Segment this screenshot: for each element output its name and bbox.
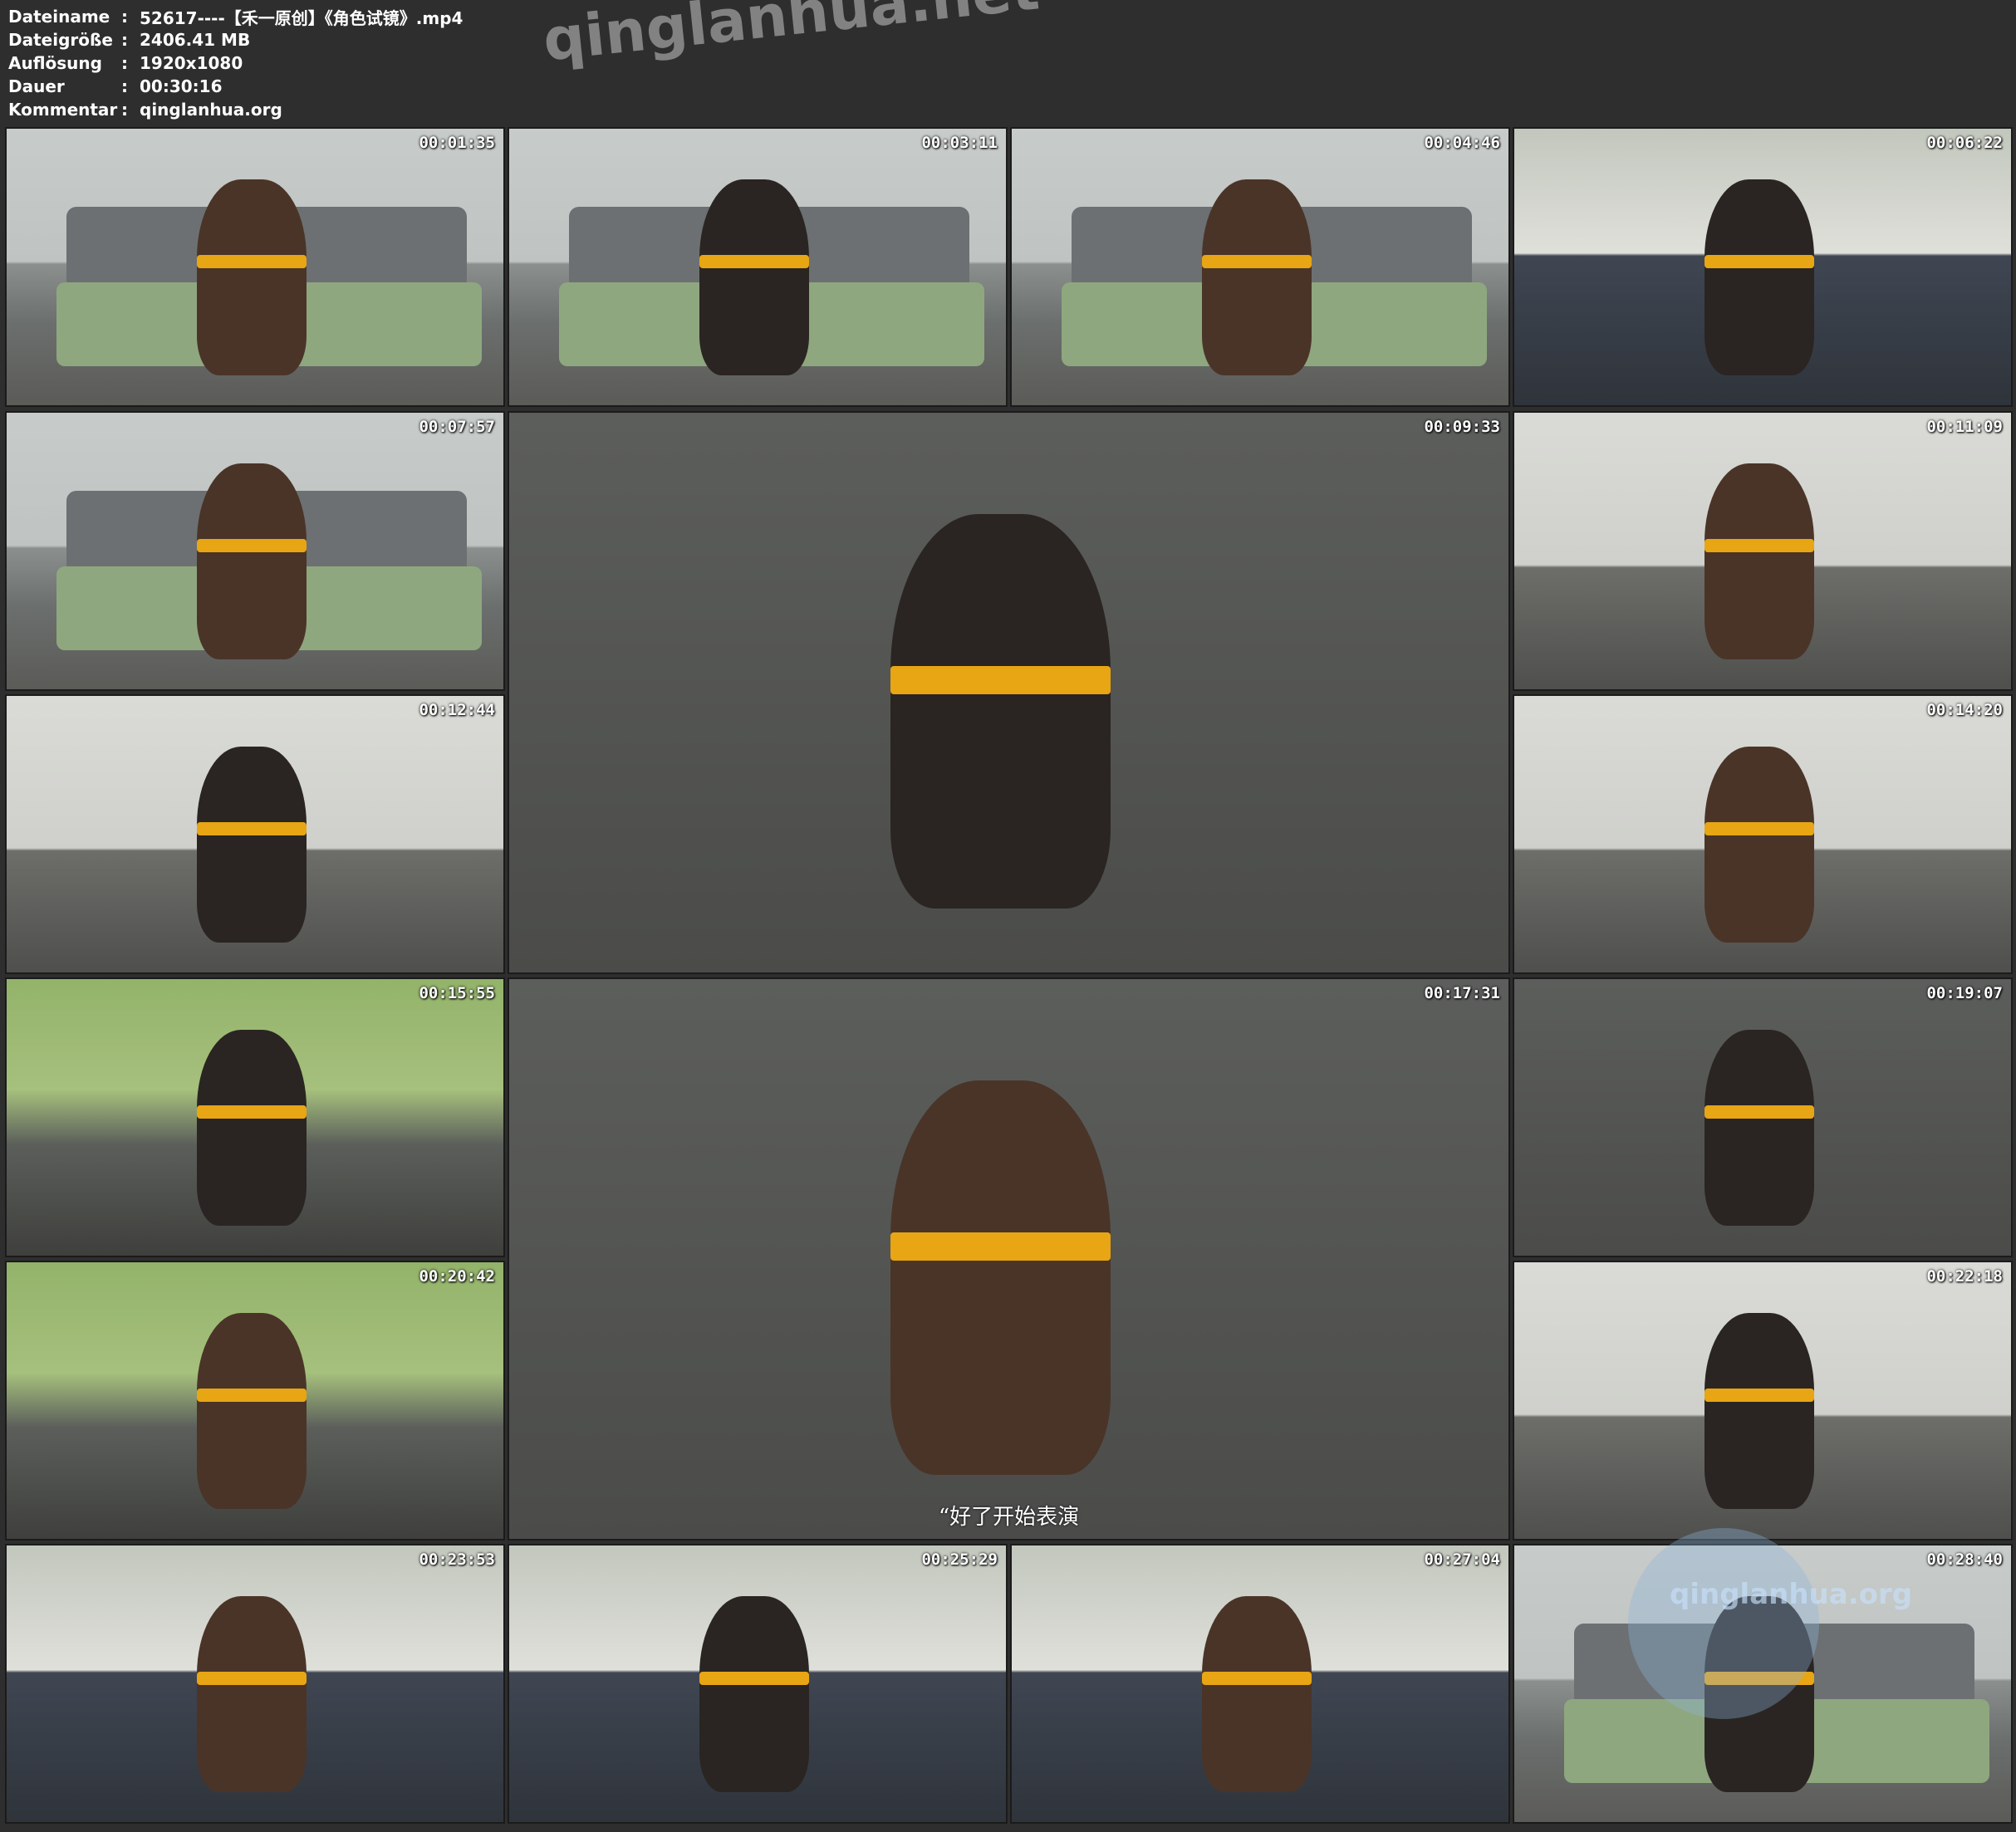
thumbnail-timestamp: 00:25:29 <box>921 1550 998 1569</box>
thumbnail-timestamp: 00:04:46 <box>1424 134 1500 152</box>
video-thumbnail: 00:03:11 <box>508 127 1008 407</box>
tape-shape <box>196 1105 307 1119</box>
person-silhouette <box>1704 746 1815 943</box>
video-thumbnail: 00:15:55 <box>5 977 505 1257</box>
person-silhouette <box>1704 1029 1815 1226</box>
tape-shape <box>699 254 810 269</box>
tape-shape <box>196 254 307 269</box>
video-thumbnail: 00:06:22 <box>1513 127 2013 407</box>
video-thumbnail: 00:23:53 <box>5 1544 505 1824</box>
tape-shape <box>1704 1388 1815 1403</box>
tape-shape <box>890 1232 1111 1261</box>
person-silhouette <box>1704 463 1815 659</box>
tape-shape <box>1704 254 1815 269</box>
tape-shape <box>1704 538 1815 553</box>
thumbnail-timestamp: 00:23:53 <box>419 1550 495 1569</box>
tape-shape <box>1201 254 1312 269</box>
video-thumbnail: 00:07:57 <box>5 411 505 691</box>
video-thumbnail: 00:01:35 <box>5 127 505 407</box>
thumbnail-timestamp: 00:19:07 <box>1926 984 2003 1002</box>
video-thumbnail: 00:11:09 <box>1513 411 2013 691</box>
watermark-circle <box>1628 1528 1819 1719</box>
thumbnail-subtitle: “好了开始表演 <box>938 1505 1080 1530</box>
thumbnail-timestamp: 00:06:22 <box>1926 134 2003 152</box>
person-silhouette <box>890 1080 1111 1475</box>
person-silhouette <box>699 179 810 375</box>
video-thumbnail: 00:17:31 “好了开始表演 <box>508 977 1510 1541</box>
tape-shape <box>890 666 1111 694</box>
thumbnail-timestamp: 00:15:55 <box>419 984 495 1002</box>
person-silhouette <box>196 1595 307 1792</box>
tape-shape <box>196 538 307 553</box>
thumbnail-timestamp: 00:09:33 <box>1424 418 1500 436</box>
video-thumbnail: 00:27:04 <box>1010 1544 1510 1824</box>
tape-shape <box>699 1671 810 1686</box>
thumbnail-timestamp: 00:07:57 <box>419 418 495 436</box>
tape-shape <box>196 1388 307 1403</box>
person-silhouette <box>196 1312 307 1509</box>
person-silhouette <box>1201 179 1312 375</box>
tape-shape <box>1704 1105 1815 1119</box>
thumbnail-timestamp: 00:27:04 <box>1424 1550 1500 1569</box>
video-thumbnail: 00:04:46 <box>1010 127 1510 407</box>
watermark-corner: qinglanhua.org <box>1670 1578 1913 1611</box>
thumbnail-timestamp: 00:11:09 <box>1926 418 2003 436</box>
thumbnail-timestamp: 00:28:40 <box>1926 1550 2003 1569</box>
video-thumbnail: 00:09:33 <box>508 411 1510 974</box>
person-silhouette <box>699 1595 810 1792</box>
thumbnail-timestamp: 00:14:20 <box>1926 701 2003 719</box>
person-silhouette <box>1704 179 1815 375</box>
thumbnail-timestamp: 00:22:18 <box>1926 1267 2003 1286</box>
thumbnail-timestamp: 00:17:31 <box>1424 984 1500 1002</box>
video-thumbnail: 00:19:07 <box>1513 977 2013 1257</box>
thumbnail-timestamp: 00:01:35 <box>419 134 495 152</box>
person-silhouette <box>196 463 307 659</box>
person-silhouette <box>1704 1312 1815 1509</box>
person-silhouette <box>196 179 307 375</box>
person-silhouette <box>890 514 1111 909</box>
person-silhouette <box>1201 1595 1312 1792</box>
thumbnail-timestamp: 00:20:42 <box>419 1267 495 1286</box>
thumbnail-timestamp: 00:12:44 <box>419 701 495 719</box>
video-thumbnail: 00:25:29 <box>508 1544 1008 1824</box>
video-thumbnail: 00:14:20 <box>1513 694 2013 974</box>
video-thumbnail: 00:20:42 <box>5 1261 505 1541</box>
tape-shape <box>196 1671 307 1686</box>
person-silhouette <box>196 746 307 943</box>
tape-shape <box>196 821 307 836</box>
person-silhouette <box>196 1029 307 1226</box>
tape-shape <box>1704 821 1815 836</box>
video-thumbnail: 00:22:18 <box>1513 1261 2013 1541</box>
video-thumbnail: 00:12:44 <box>5 694 505 974</box>
thumbnail-timestamp: 00:03:11 <box>921 134 998 152</box>
tape-shape <box>1201 1671 1312 1686</box>
